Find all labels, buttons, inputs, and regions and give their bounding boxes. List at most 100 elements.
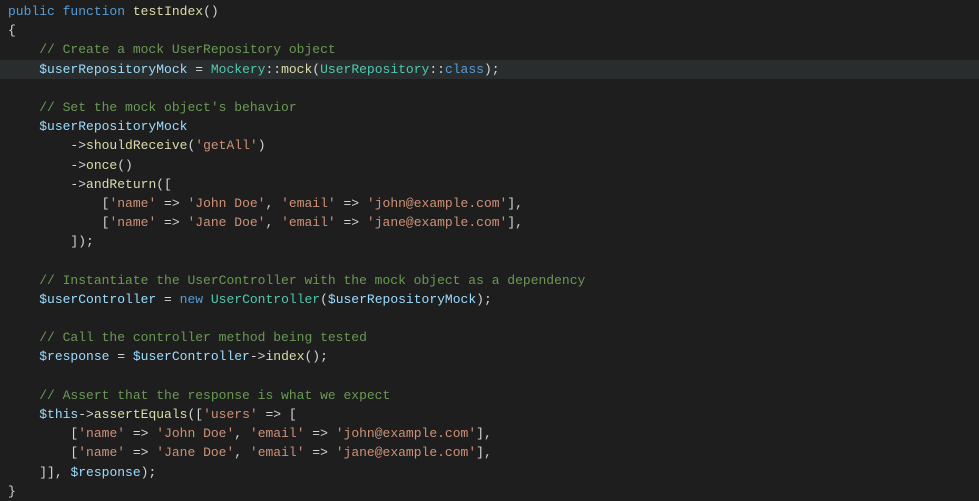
arrow: =>: [125, 445, 156, 460]
method: shouldReceive: [86, 138, 187, 153]
punctuation: (: [312, 62, 320, 77]
string: 'jane@example.com': [367, 215, 507, 230]
arrow: =>: [258, 407, 289, 422]
code-line: [0, 251, 979, 270]
arrow: =>: [156, 196, 187, 211]
punctuation: (): [117, 158, 133, 173]
class-name: UserRepository: [320, 62, 429, 77]
punctuation: [: [289, 407, 297, 422]
arrow: =>: [305, 426, 336, 441]
comment: // Call the controller method being test…: [39, 330, 367, 345]
code-editor[interactable]: public function testIndex() { // Create …: [0, 2, 979, 501]
variable: $userRepositoryMock: [39, 62, 187, 77]
comma: ,: [234, 445, 250, 460]
variable: $response: [70, 465, 140, 480]
punctuation: ): [258, 138, 266, 153]
code-line: ]], $response);: [0, 463, 979, 482]
code-line: $userController = new UserController($us…: [0, 290, 979, 309]
code-line: ['name' => 'John Doe', 'email' => 'john@…: [0, 194, 979, 213]
arrow: ->: [70, 138, 86, 153]
string: 'John Doe': [187, 196, 265, 211]
comment: // Assert that the response is what we e…: [39, 388, 390, 403]
string: 'email': [250, 445, 305, 460]
string: 'name': [109, 215, 156, 230]
code-line: $this->assertEquals(['users' => [: [0, 405, 979, 424]
brace: {: [8, 23, 16, 38]
string: 'name': [109, 196, 156, 211]
space: [203, 292, 211, 307]
code-line: // Assert that the response is what we e…: [0, 386, 979, 405]
variable: $userController: [133, 349, 250, 364]
code-line: $userRepositoryMock: [0, 117, 979, 136]
punctuation: (: [320, 292, 328, 307]
code-line: [0, 309, 979, 328]
string: 'email': [250, 426, 305, 441]
keyword: public: [8, 4, 55, 19]
brace: }: [8, 484, 16, 499]
string: 'name': [78, 445, 125, 460]
punctuation: ();: [305, 349, 328, 364]
method: andReturn: [86, 177, 156, 192]
code-line: }: [0, 482, 979, 501]
punctuation: );: [476, 292, 492, 307]
arrow: =>: [336, 215, 367, 230]
method: once: [86, 158, 117, 173]
string: 'john@example.com': [336, 426, 476, 441]
punctuation: ]);: [70, 234, 93, 249]
code-line: // Set the mock object's behavior: [0, 98, 979, 117]
variable: $userRepositoryMock: [328, 292, 476, 307]
arrow: ->: [70, 177, 86, 192]
comma: ,: [265, 196, 281, 211]
code-line: [0, 79, 979, 98]
code-line: ->andReturn([: [0, 175, 979, 194]
comma: ,: [234, 426, 250, 441]
punctuation: ],: [476, 445, 492, 460]
variable: $userController: [39, 292, 156, 307]
code-line: $response = $userController->index();: [0, 347, 979, 366]
arrow: ->: [70, 158, 86, 173]
punctuation: ],: [507, 215, 523, 230]
class-name: UserController: [211, 292, 320, 307]
code-line-highlighted: $userRepositoryMock = Mockery::mock(User…: [0, 60, 979, 79]
string: 'John Doe': [156, 426, 234, 441]
class-name: Mockery: [211, 62, 266, 77]
operator: =: [109, 349, 132, 364]
code-line: {: [0, 21, 979, 40]
string: 'email': [281, 196, 336, 211]
code-line: // Call the controller method being test…: [0, 328, 979, 347]
code-line: ->once(): [0, 156, 979, 175]
operator: =: [187, 62, 210, 77]
comment: // Instantiate the UserController with t…: [39, 273, 585, 288]
method: index: [265, 349, 304, 364]
keyword: function: [63, 4, 125, 19]
string: 'john@example.com': [367, 196, 507, 211]
punctuation: ([: [187, 407, 203, 422]
string: 'users': [203, 407, 258, 422]
keyword: new: [180, 292, 203, 307]
operator: ::: [265, 62, 281, 77]
function-name: testIndex: [133, 4, 203, 19]
arrow: ->: [250, 349, 266, 364]
comment: // Set the mock object's behavior: [39, 100, 296, 115]
string: 'jane@example.com': [336, 445, 476, 460]
comma: ,: [265, 215, 281, 230]
punctuation: );: [484, 62, 500, 77]
operator: ::: [429, 62, 445, 77]
code-line: ->shouldReceive('getAll'): [0, 136, 979, 155]
punctuation: (): [203, 4, 219, 19]
variable: $this: [39, 407, 78, 422]
string: 'getAll': [195, 138, 257, 153]
punctuation: ([: [156, 177, 172, 192]
code-line: ['name' => 'John Doe', 'email' => 'john@…: [0, 424, 979, 443]
string: 'email': [281, 215, 336, 230]
code-line: ]);: [0, 232, 979, 251]
arrow: =>: [156, 215, 187, 230]
code-line: [0, 367, 979, 386]
variable: $userRepositoryMock: [39, 119, 187, 134]
string: 'Jane Doe': [156, 445, 234, 460]
punctuation: ]],: [39, 465, 70, 480]
string: 'Jane Doe': [187, 215, 265, 230]
method: assertEquals: [94, 407, 188, 422]
arrow: ->: [78, 407, 94, 422]
variable: $response: [39, 349, 109, 364]
